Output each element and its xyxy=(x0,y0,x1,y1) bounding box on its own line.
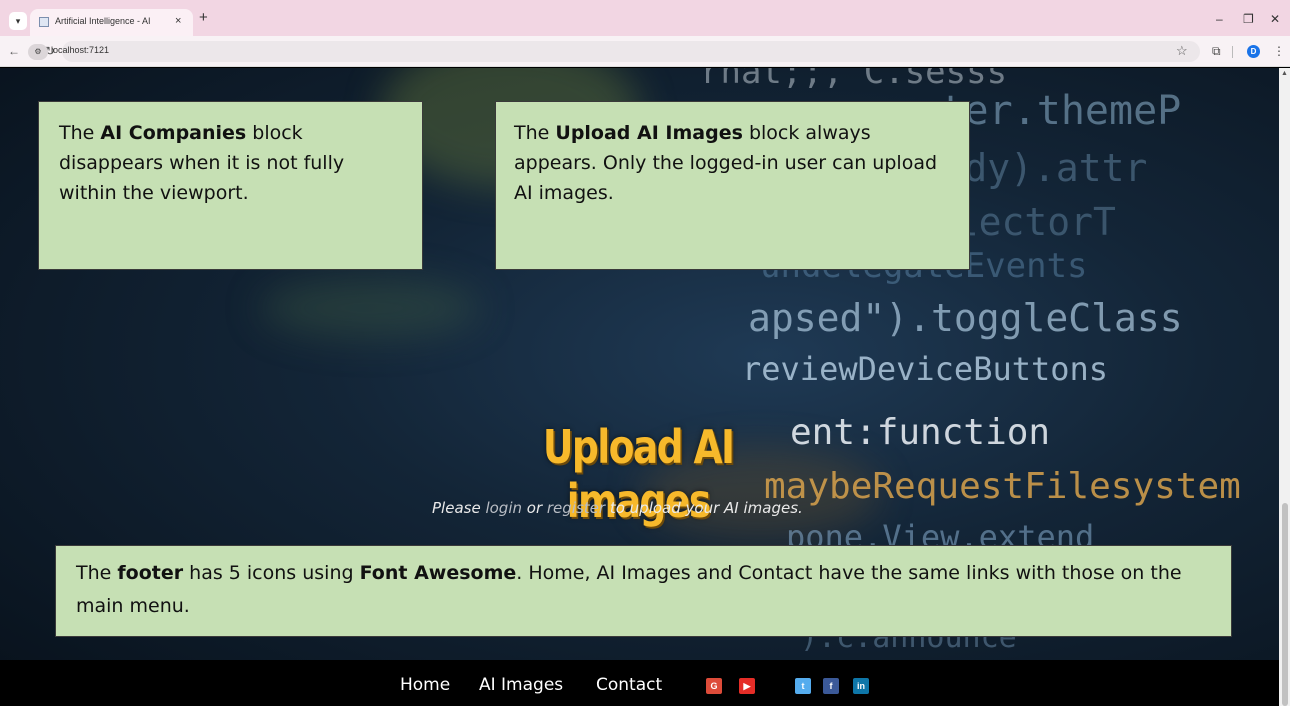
background-glow xyxy=(260,278,480,338)
new-tab-button[interactable]: + xyxy=(199,9,208,26)
omnibox[interactable] xyxy=(62,41,1200,62)
note-text: The xyxy=(59,122,101,144)
note-bold: AI Companies xyxy=(100,122,247,144)
note-bold: Font Awesome xyxy=(359,562,517,584)
register-link[interactable]: register xyxy=(547,499,605,517)
footer-link-contact[interactable]: Contact xyxy=(596,675,662,695)
back-arrow-icon[interactable]: ← xyxy=(8,44,20,58)
subtitle-text: or xyxy=(522,499,547,517)
toolbar-divider xyxy=(1232,46,1233,58)
upload-subtitle: Please login or register to upload your … xyxy=(432,499,803,517)
url-text[interactable]: localhost:7121 xyxy=(51,45,109,55)
note-text: has 5 icons using xyxy=(183,562,360,584)
subtitle-text: to upload your AI images. xyxy=(605,499,803,517)
minimize-icon[interactable]: – xyxy=(1216,12,1223,26)
chevron-down-icon[interactable]: ▾ xyxy=(9,12,27,30)
window-close-icon[interactable]: ✕ xyxy=(1270,12,1280,26)
restore-icon[interactable]: ❐ xyxy=(1243,12,1254,26)
youtube-icon[interactable]: ▶ xyxy=(739,678,755,694)
background-code-line: maybeRequestFilesystem xyxy=(764,466,1241,507)
facebook-icon[interactable]: f xyxy=(823,678,839,694)
background-code-line: ent:function xyxy=(790,412,1051,453)
login-link[interactable]: login xyxy=(485,499,522,517)
background-code-line: apsed").toggleClass xyxy=(748,296,1183,340)
twitter-icon[interactable]: t xyxy=(795,678,811,694)
note-bold: footer xyxy=(117,562,184,584)
footer-link-home[interactable]: Home xyxy=(400,675,450,695)
subtitle-text: Please xyxy=(432,499,486,517)
google-plus-icon[interactable]: G xyxy=(706,678,722,694)
kebab-menu-icon[interactable]: ⋮ xyxy=(1273,44,1285,58)
puzzle-icon[interactable]: ⧉ xyxy=(1212,44,1221,59)
annotation-ai-companies: The AI Companies block disappears when i… xyxy=(38,101,423,270)
close-icon[interactable]: × xyxy=(175,15,181,27)
footer-link-ai-images[interactable]: AI Images xyxy=(479,675,563,695)
browser-tab[interactable]: Artificial Intelligence - AI × xyxy=(30,9,193,36)
scroll-up-arrow-icon[interactable]: ▲ xyxy=(1281,70,1288,77)
browser-tab-bar: ▾ Artificial Intelligence - AI × + – ❐ ✕ xyxy=(0,0,1290,36)
annotation-footer: The footer has 5 icons using Font Awesom… xyxy=(55,545,1232,637)
scrollbar-thumb[interactable] xyxy=(1282,503,1288,706)
tab-title: Artificial Intelligence - AI xyxy=(55,16,151,26)
note-bold: Upload AI Images xyxy=(555,122,743,144)
annotation-upload-images: The Upload AI Images block always appear… xyxy=(495,101,970,270)
site-footer: Home AI Images Contact G ▶ t f in xyxy=(0,660,1279,706)
note-text: The xyxy=(76,562,118,584)
linkedin-icon[interactable]: in xyxy=(853,678,869,694)
site-info-icon[interactable]: ⚙ xyxy=(28,44,48,60)
background-code-line: reviewDeviceButtons xyxy=(742,350,1109,388)
profile-avatar[interactable]: D xyxy=(1247,45,1260,58)
favicon-icon xyxy=(39,17,49,27)
note-text: The xyxy=(514,122,556,144)
star-icon[interactable]: ☆ xyxy=(1176,43,1188,59)
address-bar: ← → ↻ ⚙ localhost:7121 ☆ ⧉ D ⋮ xyxy=(0,36,1290,67)
